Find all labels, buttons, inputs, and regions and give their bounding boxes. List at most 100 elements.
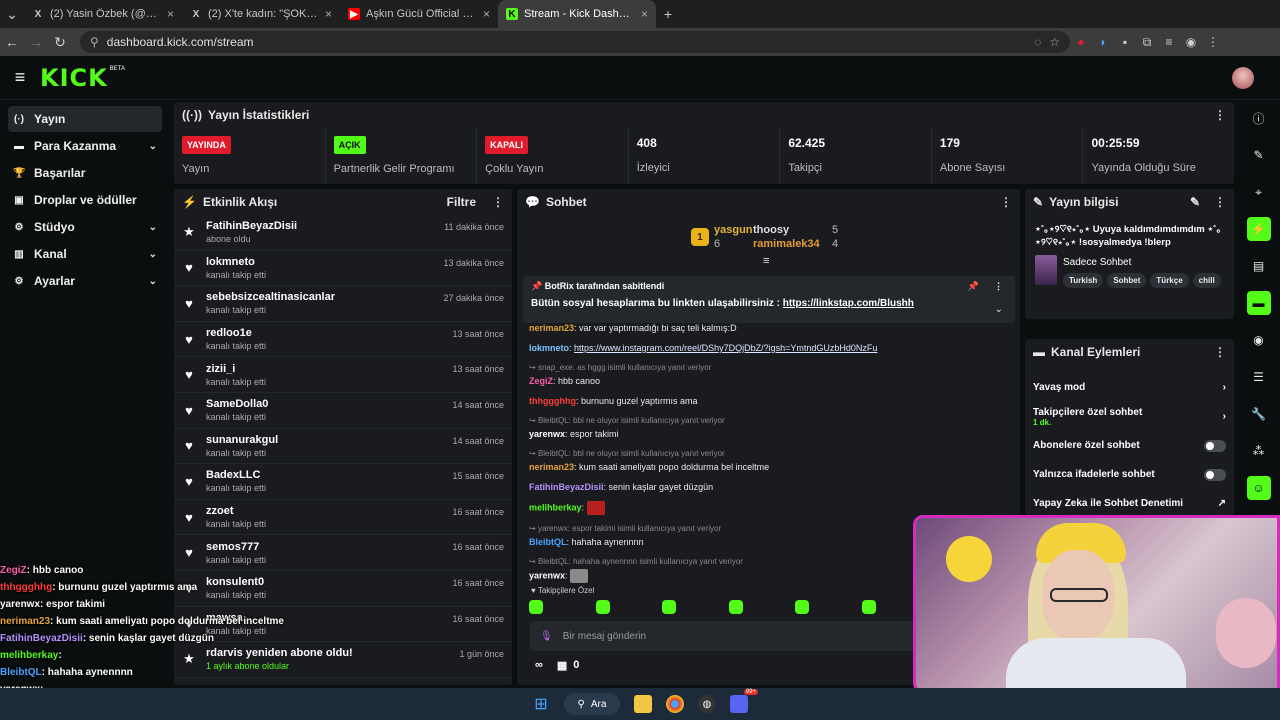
channel-points-icon[interactable]: ∞ [535,659,543,672]
chat-username[interactable]: FatihinBeyazDisii [529,482,604,492]
activity-feed-item[interactable]: ♥ zizii_i kanalı takip etti 13 saat önce [174,357,512,393]
emote-icon[interactable] [662,600,677,614]
chat-username[interactable]: neriman23 [529,323,574,333]
bot-icon[interactable]: ☺ [1246,476,1271,500]
chat-message[interactable]: ↪ BleibtQL: bbl ne oluyor isimli kullanı… [529,415,1009,440]
emote-icon[interactable] [595,600,610,614]
lightning-icon[interactable]: ⚡ [1246,217,1271,241]
wrench-icon[interactable]: 🔧 [1247,402,1271,426]
activity-feed-item[interactable]: ♥ zzoet kanalı takip etti 16 saat önce [174,500,512,536]
pinned-link[interactable]: https://linkstap.com/Blushh [783,298,914,309]
close-tab-icon[interactable]: × [483,7,490,21]
discord-icon[interactable]: 99+ [730,689,758,713]
sidebar-item-para-kazanma[interactable]: ▬ Para Kazanma ⌄ [8,133,162,159]
sidebar-item-ayarlar[interactable]: ⚙ Ayarlar ⌄ [8,268,162,294]
taskbar-search[interactable]: ⚲ Ara [564,693,620,715]
tab-kick-dashboard[interactable]: K Stream - Kick Dashboard × [498,0,656,28]
activity-feed-item[interactable]: ♥ sunanurakgul kanalı takip etti 14 saat ön… [174,429,512,465]
tag-pill[interactable]: Turkish [1063,273,1104,288]
leaderboard-second-name[interactable]: thoosy [753,224,789,236]
windows-start-icon[interactable]: ⊞ [532,695,550,713]
close-tab-icon[interactable]: × [641,7,648,21]
activity-feed-item[interactable]: ★ FatihinBeyazDisii abone oldu 11 dakika ön… [174,215,512,251]
edit-pencil-icon[interactable]: ✎ [1190,195,1200,209]
more-options-icon[interactable]: ⋮ [492,195,504,209]
target-icon[interactable]: ⌖ [1247,180,1271,204]
chat-scroll-handle-icon[interactable]: ≡ [763,255,769,267]
chat-username[interactable]: yarenwx [529,429,565,439]
pencil-icon[interactable]: ✎ [1247,143,1271,167]
chrome-icon[interactable] [666,695,684,713]
sidebar-item-droplar[interactable]: ▣ Droplar ve ödüller [8,187,162,213]
browser-menu-icon[interactable]: ⋮ [1202,35,1224,49]
chat-username[interactable]: ZegiZ [529,376,553,386]
new-tab-icon[interactable]: + [656,6,680,22]
ai-moderation-row[interactable]: Yapay Zeka ile Sohbet Denetimi ↗ [1025,489,1234,518]
extensions-puzzle-icon[interactable]: ⧉ [1136,35,1158,50]
eye-off-icon[interactable]: ◌ [1034,35,1041,49]
leaderboard-third-name[interactable]: ramimalek34 [753,238,820,250]
bookmark-star-icon[interactable]: ☆ [1049,35,1060,49]
chat-username[interactable]: BleibtQL [529,537,567,547]
pin-toggle-icon[interactable]: 📌 [968,281,979,292]
document-icon[interactable]: ▤ [1247,254,1271,278]
emote-icon[interactable] [795,600,810,614]
reload-icon[interactable]: ↻ [48,34,72,51]
media-controls-icon[interactable]: ≡ [1158,35,1180,49]
emote-only-toggle[interactable] [1204,468,1226,481]
sidebar-item-kanal[interactable]: ▥ Kanal ⌄ [8,241,162,267]
slow-mode-row[interactable]: Yavaş mod › [1025,373,1234,402]
emote-icon[interactable] [728,600,743,614]
chat-message[interactable]: neriman23: var var yaptırmadığı bi saç t… [529,322,1009,334]
more-options-icon[interactable]: ⋮ [1214,195,1226,209]
tab-yasin-ozbek[interactable]: X (2) Yasin Özbek (@yasinozbek_ × [24,0,182,28]
user-avatar[interactable] [1232,67,1254,89]
profile-avatar-icon[interactable]: ◉ [1180,35,1202,49]
kick-logo[interactable]: KICK [40,64,108,92]
activity-feed-item[interactable]: ♥ lokmneto kanalı takip etti 13 dakika önce [174,251,512,287]
info-icon[interactable]: ⓘ [1247,106,1271,130]
filter-button[interactable]: Filtre [447,195,476,209]
microphone-icon[interactable]: 🎙 [540,631,553,642]
forward-icon[interactable]: → [24,34,48,50]
chat-username[interactable]: neriman23 [529,462,574,472]
tab-x-kadin[interactable]: X (2) X'te kadın: "ŞOK ŞOK ŞOK p × [182,0,340,28]
chat-message[interactable]: FatihinBeyazDisii: senin kaşlar gayet dü… [529,481,1009,493]
chat-message[interactable]: ↪ snap_exe: as hggg isimli kullanıcıya y… [529,362,1009,387]
extension-red-icon[interactable]: ● [1070,35,1092,49]
hamburger-menu-icon[interactable]: ≡ [0,67,40,88]
chat-message[interactable]: melihberkay: [529,501,1009,515]
chat-message[interactable]: thhggghhg: burnunu guzel yaptırmıs ama [529,395,1009,407]
extension-dark-icon[interactable]: ▪ [1114,35,1136,49]
chat-message[interactable]: lokmneto: https://www.instagram.com/reel… [529,342,1009,354]
more-options-icon[interactable]: ⋮ [1000,195,1012,209]
category-thumbnail[interactable] [1035,255,1057,285]
address-bar[interactable]: ⚲ dashboard.kick.com/stream ◌ ☆ [80,31,1070,53]
tab-youtube[interactable]: ▶ Aşkın Gücü Official - YouTube × [340,0,498,28]
broadcast-icon[interactable]: ◉ [1247,328,1271,352]
sidebar-item-basarilar[interactable]: 🏆 Başarılar [8,160,162,186]
subscribers-only-toggle[interactable] [1204,439,1226,452]
tag-pill[interactable]: Sohbet [1107,273,1147,288]
chat-username[interactable]: thhggghhg [529,396,576,406]
chat-link[interactable]: https://www.instagram.com/reel/DShy7DQjD… [574,343,877,353]
tag-pill[interactable]: chill [1192,273,1221,288]
leaderboard-first-name[interactable]: yasgun [714,224,753,236]
activity-feed-item[interactable]: ♥ sebebsizcealtinasicanlar kanalı takip et… [174,286,512,322]
chat-username[interactable]: lokmneto [529,343,569,353]
connections-icon[interactable]: ⁂ [1247,439,1271,463]
tag-pill[interactable]: Türkçe [1150,273,1189,288]
chevron-down-icon[interactable]: ⌄ [995,304,1003,315]
more-options-icon[interactable]: ⋮ [1214,108,1226,122]
activity-feed-item[interactable]: ♥ BadexLLC kanalı takip etti 15 saat önce [174,464,512,500]
close-tab-icon[interactable]: × [167,7,174,21]
back-icon[interactable]: ← [0,34,24,50]
extension-blue-icon[interactable]: ◗ [1092,35,1114,49]
store-icon[interactable]: ▦ [557,659,567,672]
sidebar-item-yayin[interactable]: (·) Yayın [8,106,162,132]
more-options-icon[interactable]: ⋮ [1214,345,1226,359]
category-name[interactable]: Sadece Sohbet [1063,257,1221,268]
moderation-icon[interactable]: ☰ [1247,365,1271,389]
activity-feed-item[interactable]: ♥ SameDolla0 kanalı takip etti 14 saat önce [174,393,512,429]
activity-feed-item[interactable]: ♥ redloo1e kanalı takip etti 13 saat önce [174,322,512,358]
